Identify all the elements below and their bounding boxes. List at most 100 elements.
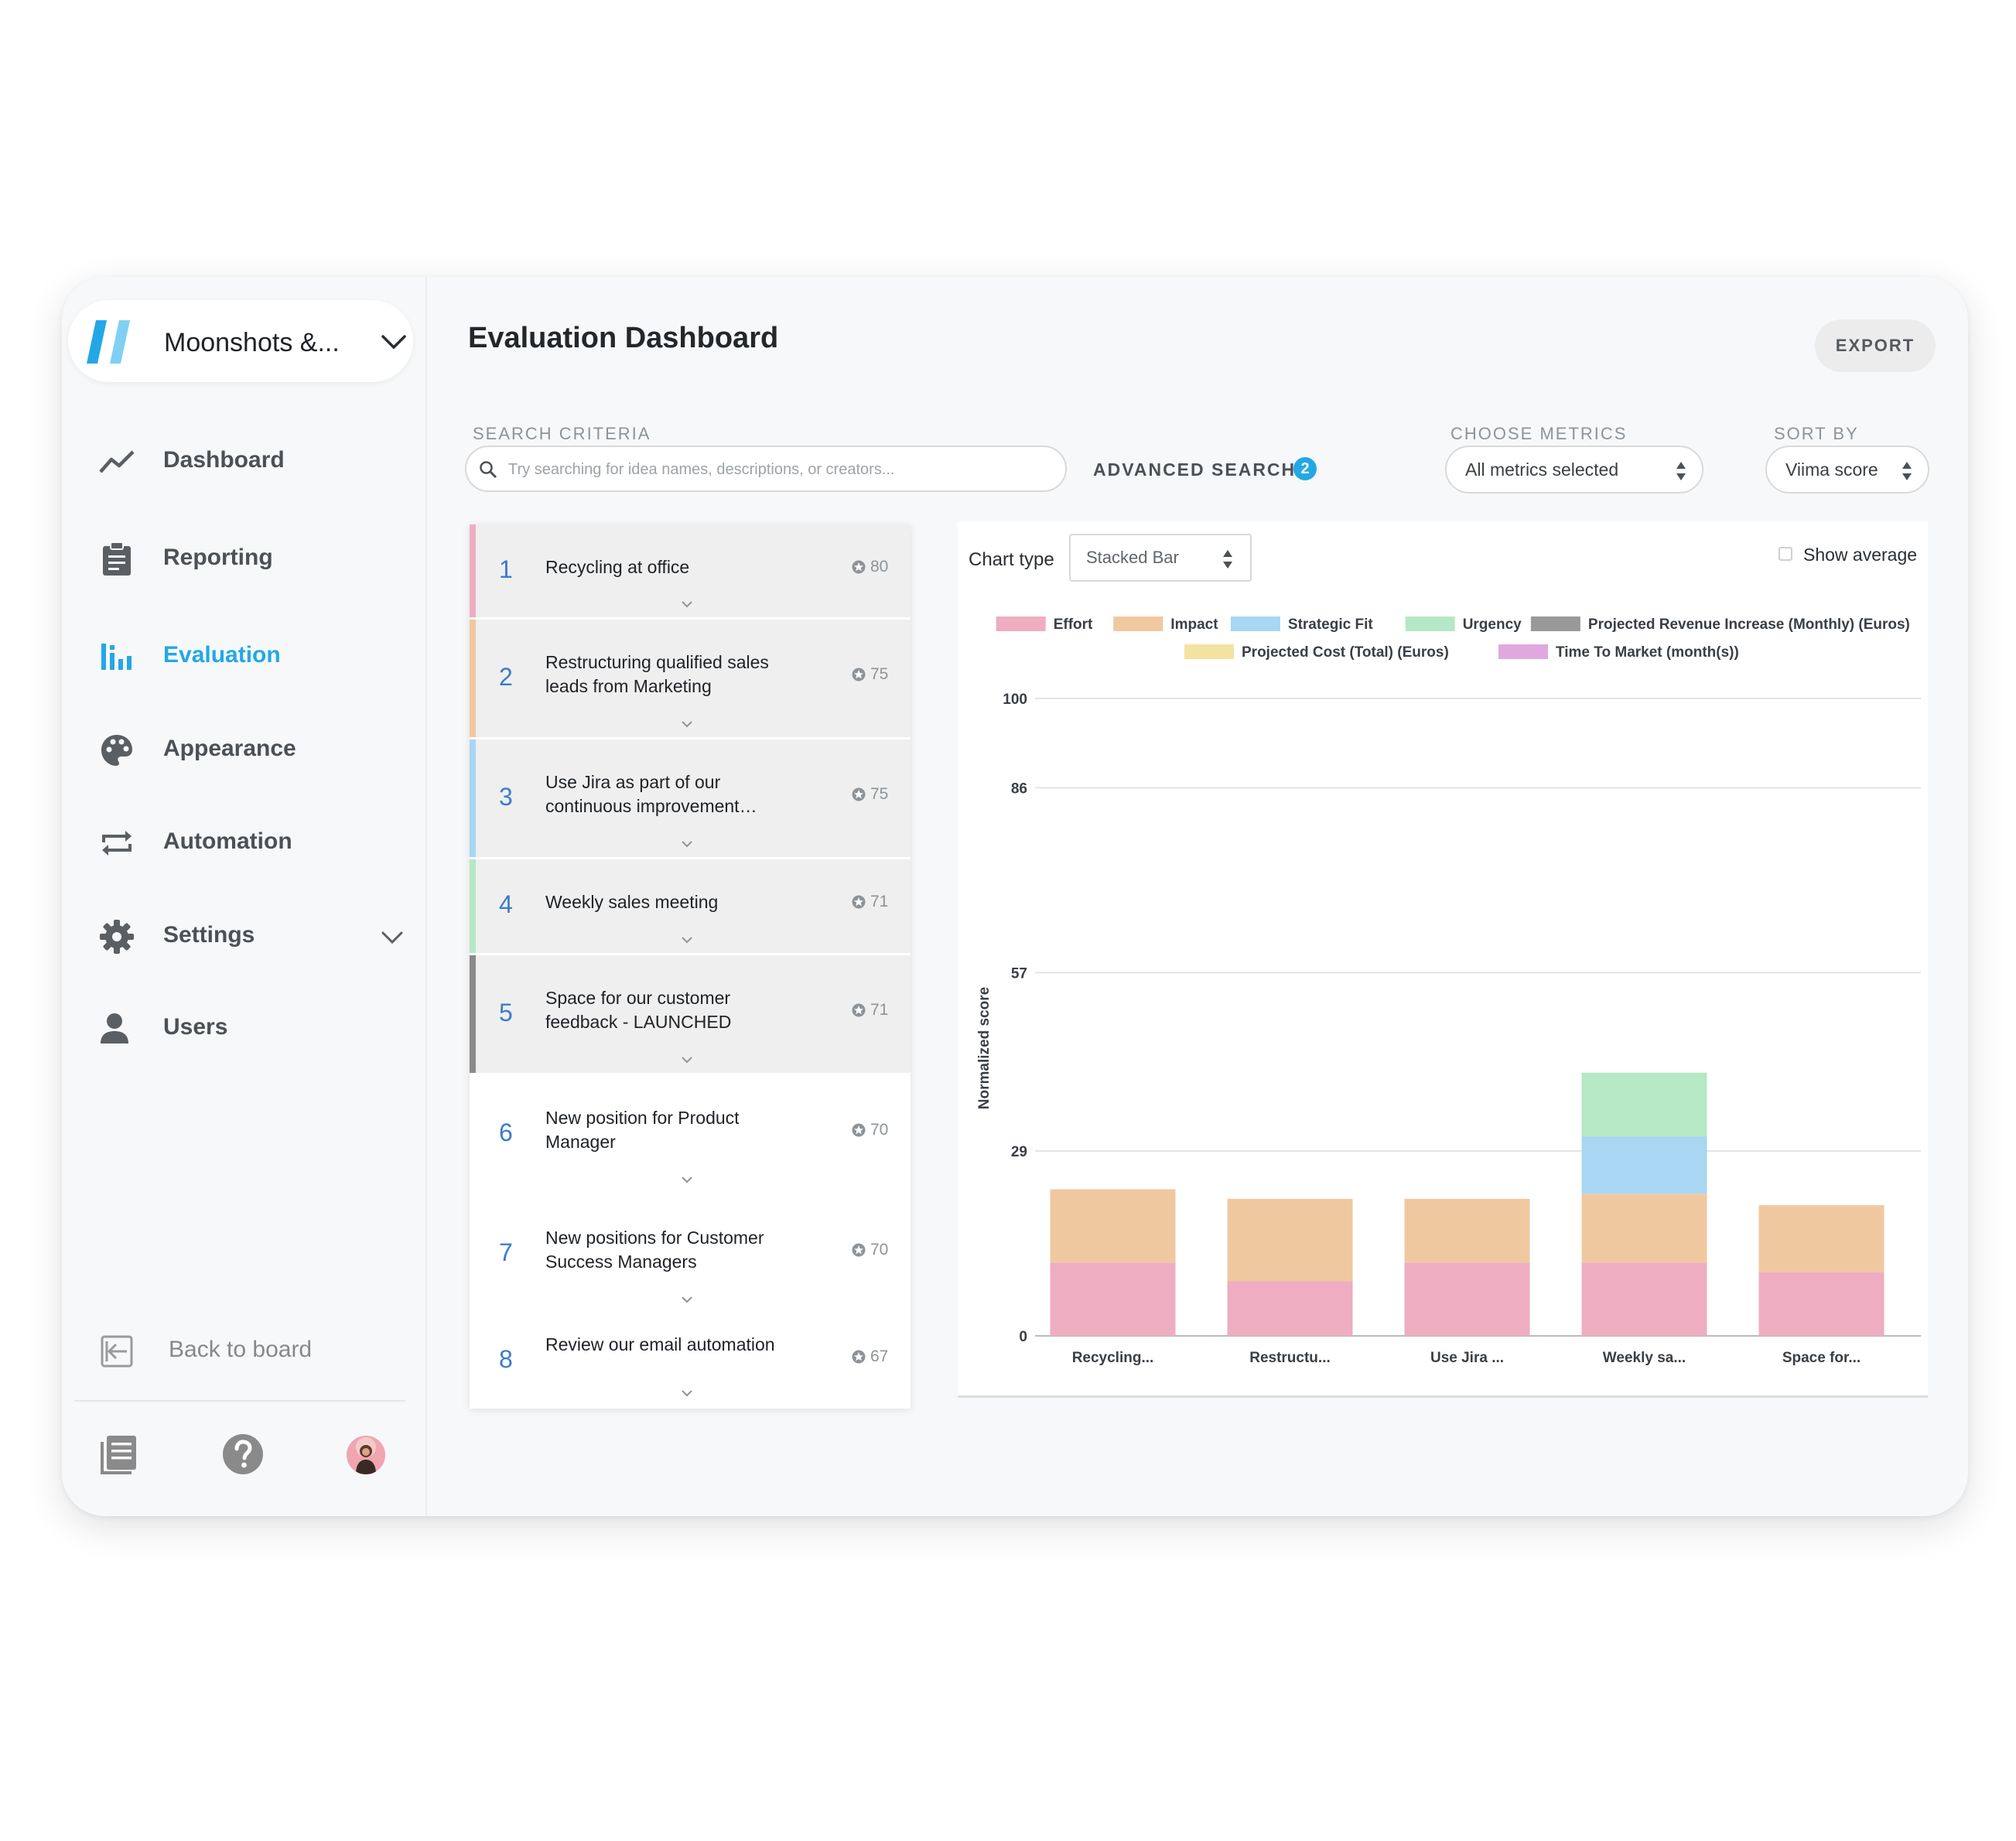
score-star-icon bbox=[852, 560, 866, 573]
idea-score: 70 bbox=[870, 1240, 889, 1259]
search-box bbox=[465, 446, 1067, 492]
expand-chevron-icon[interactable] bbox=[680, 1055, 694, 1064]
nav-settings[interactable]: Settings bbox=[62, 905, 425, 967]
idea-rank: 4 bbox=[499, 890, 513, 918]
repeat-icon bbox=[102, 831, 132, 856]
gear-icon bbox=[100, 920, 134, 954]
expand-chevron-icon[interactable] bbox=[680, 599, 694, 609]
idea-row[interactable]: 2 Restructuring qualified sales leads fro… bbox=[470, 620, 911, 739]
y-tick-label: 0 bbox=[1019, 1329, 1027, 1345]
nav-reporting[interactable]: Reporting bbox=[62, 528, 425, 589]
idea-color-bar bbox=[470, 859, 476, 953]
idea-title[interactable]: Space for our customer feedback - LAUNCH… bbox=[545, 986, 801, 1034]
legend-label: Time To Market (month(s)) bbox=[1556, 644, 1739, 661]
legend-swatch bbox=[1405, 617, 1455, 631]
expand-chevron-icon[interactable] bbox=[680, 1295, 694, 1304]
idea-row[interactable]: 6 New position for Product Manager 70 bbox=[470, 1075, 911, 1195]
show-average-label[interactable]: Show average bbox=[1803, 545, 1917, 565]
legend-label: Urgency bbox=[1463, 617, 1522, 633]
nav-evaluation-label: Evaluation bbox=[163, 642, 281, 668]
workspace-switcher[interactable]: Moonshots &... bbox=[68, 300, 413, 382]
expand-chevron-icon[interactable] bbox=[680, 839, 694, 849]
y-tick-label: 100 bbox=[1003, 692, 1027, 708]
idea-title[interactable]: Recycling at office bbox=[545, 555, 801, 579]
metrics-select-value: All metrics selected bbox=[1465, 459, 1619, 480]
page-title: Evaluation Dashboard bbox=[468, 322, 779, 354]
sidebar: Moonshots &... Dashboard Reporting Evalu… bbox=[62, 277, 427, 1516]
nav-dashboard[interactable]: Dashboard bbox=[62, 430, 425, 492]
legend-swatch bbox=[1530, 617, 1580, 631]
nav-appearance-label: Appearance bbox=[163, 736, 296, 761]
back-to-board-link[interactable]: Back to board bbox=[62, 1320, 425, 1382]
x-tick-label: Use Jira ... bbox=[1430, 1350, 1504, 1366]
chevron-down-icon[interactable] bbox=[381, 930, 404, 945]
idea-row[interactable]: 4 Weekly sales meeting 71 bbox=[470, 859, 911, 955]
bar-segment bbox=[1050, 1189, 1176, 1263]
idea-score: 71 bbox=[870, 1000, 889, 1019]
idea-row[interactable]: 1 Recycling at office 80 bbox=[470, 524, 911, 620]
idea-title[interactable]: Restructuring qualified sales leads from… bbox=[545, 651, 801, 698]
chart-type-label: Chart type bbox=[969, 549, 1054, 570]
idea-rank: 1 bbox=[499, 555, 513, 583]
chart-type-select[interactable]: Stacked Bar bbox=[1069, 534, 1252, 582]
legend-swatch bbox=[1498, 644, 1548, 659]
score-star-icon bbox=[852, 1003, 866, 1016]
idea-row[interactable]: 8 Review our email automation 67 bbox=[470, 1315, 911, 1409]
sort-select[interactable]: Viima score bbox=[1765, 446, 1929, 494]
y-tick-label: 57 bbox=[1011, 965, 1027, 982]
documents-icon[interactable] bbox=[97, 1433, 141, 1476]
idea-row[interactable]: 7 New positions for Customer Success Mana… bbox=[470, 1195, 911, 1315]
avatar[interactable] bbox=[347, 1436, 385, 1474]
nav-automation-label: Automation bbox=[163, 828, 292, 854]
idea-title[interactable]: Weekly sales meeting bbox=[545, 890, 801, 914]
idea-rank: 6 bbox=[499, 1118, 513, 1146]
expand-chevron-icon[interactable] bbox=[680, 1175, 694, 1184]
idea-title[interactable]: New position for Product Manager bbox=[545, 1106, 801, 1154]
score-star-icon bbox=[852, 1350, 866, 1363]
idea-row[interactable]: 3 Use Jira as part of our continuous impr… bbox=[470, 739, 911, 859]
help-icon[interactable] bbox=[221, 1433, 265, 1476]
expand-chevron-icon[interactable] bbox=[680, 719, 694, 729]
sort-by-label: SORT BY bbox=[1774, 424, 1859, 443]
score-star-icon bbox=[852, 1243, 866, 1256]
nav-evaluation[interactable]: Evaluation bbox=[62, 625, 425, 687]
metrics-select[interactable]: All metrics selected bbox=[1445, 446, 1703, 494]
legend-label: Effort bbox=[1054, 617, 1093, 633]
viima-logo-icon bbox=[87, 320, 130, 364]
sort-arrows-icon bbox=[1223, 550, 1232, 569]
idea-title[interactable]: Review our email automation bbox=[545, 1333, 801, 1357]
export-button[interactable]: EXPORT bbox=[1815, 319, 1936, 372]
chart-panel: 0 29 57 86 100 Normalized score Recycling... Re… bbox=[958, 521, 1928, 1398]
expand-chevron-icon[interactable] bbox=[680, 935, 694, 944]
bar-segment bbox=[1404, 1198, 1530, 1263]
bar-segment bbox=[1581, 1194, 1707, 1263]
sidebar-divider bbox=[74, 1400, 405, 1402]
show-average-checkbox[interactable] bbox=[1779, 547, 1792, 561]
idea-row[interactable]: 5 Space for our customer feedback - LAUNC… bbox=[470, 955, 911, 1075]
expand-chevron-icon[interactable] bbox=[680, 1388, 694, 1398]
idea-rank: 3 bbox=[499, 782, 513, 811]
y-tick-label: 29 bbox=[1011, 1144, 1027, 1160]
chart-type-value: Stacked Bar bbox=[1086, 548, 1179, 567]
nav-automation[interactable]: Automation bbox=[62, 811, 425, 873]
idea-title[interactable]: Use Jira as part of our continuous impro… bbox=[545, 770, 801, 818]
sort-select-value: Viima score bbox=[1785, 459, 1878, 480]
stacked-bar-chart: 0 29 57 86 100 Normalized score Recycling... Re… bbox=[976, 617, 1921, 1366]
nav-appearance[interactable]: Appearance bbox=[62, 719, 425, 780]
bar-segment bbox=[1404, 1262, 1530, 1336]
advanced-search-link[interactable]: ADVANCED SEARCH bbox=[1093, 459, 1296, 480]
idea-score: 75 bbox=[870, 784, 889, 803]
idea-title[interactable]: New positions for Customer Success Manag… bbox=[545, 1226, 801, 1274]
idea-color-bar bbox=[470, 524, 476, 617]
bar-segment bbox=[1581, 1072, 1707, 1137]
search-criteria-label: SEARCH CRITERIA bbox=[473, 424, 651, 443]
chevron-down-icon[interactable] bbox=[381, 333, 407, 351]
search-input[interactable] bbox=[507, 453, 1051, 486]
idea-rank: 5 bbox=[499, 998, 513, 1026]
y-tick-label: 86 bbox=[1011, 780, 1027, 797]
score-star-icon bbox=[852, 787, 866, 801]
nav-users[interactable]: Users bbox=[62, 997, 425, 1059]
score-star-icon bbox=[852, 668, 866, 681]
legend-label: Projected Cost (Total) (Euros) bbox=[1242, 644, 1449, 661]
nav-dashboard-label: Dashboard bbox=[163, 447, 285, 473]
